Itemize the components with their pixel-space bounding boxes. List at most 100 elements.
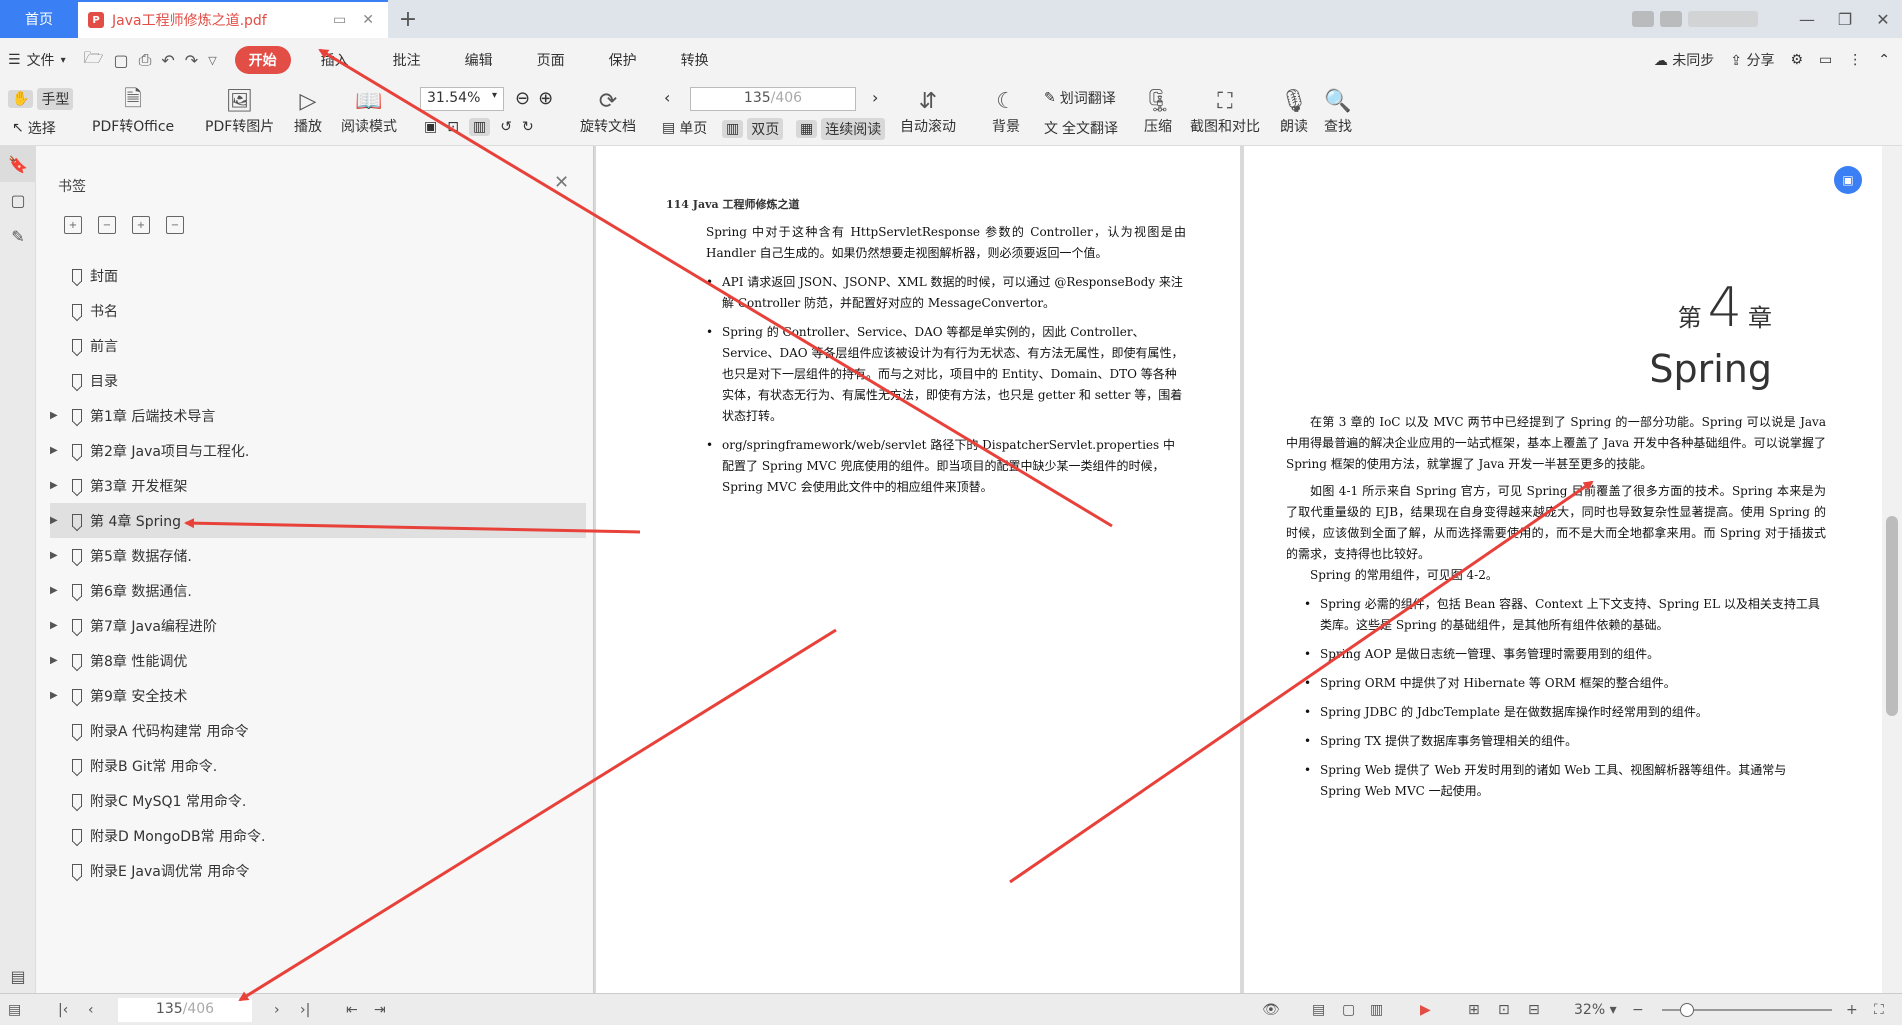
sync-status[interactable]: ☁ 未同步 [1654, 50, 1714, 70]
page-number-input[interactable]: 135/406 [690, 87, 856, 111]
back-icon[interactable]: ⇤ [346, 1002, 358, 1018]
redo-icon[interactable]: ↷ [185, 51, 198, 70]
read-mode-button[interactable]: 📖 阅读模式 [341, 86, 397, 136]
next-page-icon[interactable]: › [274, 1002, 280, 1018]
bookmark-item[interactable]: 书名 [50, 293, 586, 328]
document-viewport[interactable]: 114 Java 工程师修炼之道 Spring 中对于这种含有 HttpServ… [594, 146, 1882, 993]
last-page-icon[interactable]: ›| [300, 1002, 310, 1018]
bookmark-item[interactable]: ▶ 第1章 后端技术导言 [50, 398, 586, 433]
bookmark-item[interactable]: 附录D MongoDB常 用命令. [50, 818, 586, 853]
bookmark-item[interactable]: 附录B Git常 用命令. [50, 748, 586, 783]
toggle-panel-icon[interactable]: ▤ [0, 958, 36, 994]
bookmark-item[interactable]: ▶ 第 4章 Spring [50, 503, 586, 538]
first-page-icon[interactable]: |‹ [58, 1002, 68, 1018]
close-window-icon[interactable]: ✕ [1864, 0, 1902, 38]
zoom-in-icon[interactable]: + [1846, 1002, 1858, 1018]
auto-scroll-button[interactable]: ⇵ 自动滚动 [900, 86, 956, 136]
settings-icon[interactable]: ⚙ [1790, 52, 1803, 68]
undo-icon[interactable]: ↶ [161, 51, 174, 70]
zoom-dropdown[interactable]: 32% ▾ [1574, 1002, 1617, 1018]
share-button[interactable]: ⇪ 分享 [1730, 50, 1774, 70]
floating-tool-icon[interactable]: ▣ [1834, 166, 1862, 194]
delete-bookmark-icon[interactable]: − [166, 216, 184, 234]
new-tab-button[interactable]: + [388, 0, 428, 38]
continuous-read-button[interactable]: ▦ 连续阅读 [796, 118, 886, 140]
close-icon[interactable]: ✕ [554, 172, 569, 193]
thumbnail-panel-icon[interactable]: ▢ [0, 182, 36, 218]
prev-page-icon[interactable]: ‹ [88, 1002, 94, 1018]
expand-arrow-icon[interactable]: ▶ [50, 585, 62, 596]
eye-care-icon[interactable]: 👁 [1262, 1002, 1280, 1018]
bookmark-item[interactable]: ▶ 第8章 性能调优 [50, 643, 586, 678]
expand-all-icon[interactable]: + [64, 216, 82, 234]
scrollbar-thumb[interactable] [1886, 516, 1898, 716]
hand-tool-button[interactable]: ✋ 手型 [8, 88, 74, 110]
expand-arrow-icon[interactable]: ▶ [50, 480, 62, 491]
add-bookmark-icon[interactable]: + [132, 216, 150, 234]
word-translate-button[interactable]: ✎ 划词翻译 [1044, 88, 1116, 108]
expand-arrow-icon[interactable]: ▶ [50, 410, 62, 421]
status-page-input[interactable]: 135/406 [118, 998, 252, 1022]
fullscreen-icon[interactable]: ⛶ [1874, 1002, 1884, 1018]
more-dropdown-icon[interactable]: ▽ [208, 54, 216, 67]
save-icon[interactable]: ▢ [113, 51, 128, 70]
toggle-sidebar-icon[interactable]: ▤ [8, 1002, 21, 1018]
bookmark-panel-icon[interactable]: 🔖 [0, 146, 36, 182]
menu-page[interactable]: 页面 [523, 46, 579, 74]
fit-width-icon[interactable]: ⊡ [447, 119, 459, 135]
pdf-to-image-button[interactable]: 🖼 PDF转图片 [205, 86, 274, 136]
bookmark-item[interactable]: ▶ 第3章 开发框架 [50, 468, 586, 503]
bookmark-item[interactable]: 附录C MySQ1 常用命令. [50, 783, 586, 818]
print-icon[interactable]: ⎙ [139, 50, 152, 70]
menu-start[interactable]: 开始 [234, 46, 291, 74]
rotate-left-icon[interactable]: ↺ [500, 119, 512, 135]
open-folder-icon[interactable]: 🗁 [84, 47, 104, 74]
annotation-panel-icon[interactable]: ✎ [0, 218, 36, 254]
single-page-button[interactable]: ▤ 单页 [662, 118, 707, 138]
play-button[interactable]: ▷ 播放 [294, 86, 322, 136]
more-icon[interactable]: ⋮ [1848, 52, 1862, 68]
next-page-icon[interactable]: › [872, 88, 878, 107]
screenshot-compare-button[interactable]: ⛶ 截图和对比 [1190, 86, 1260, 136]
tab-document[interactable]: P Java工程师修炼之道.pdf ▭ ✕ [78, 0, 388, 38]
actual-size-icon[interactable]: ⊞ [1468, 1002, 1480, 1018]
bookmark-item[interactable]: ▶ 第9章 安全技术 [50, 678, 586, 713]
compress-button[interactable]: 🗜 压缩 [1144, 86, 1172, 136]
bookmark-item[interactable]: 前言 [50, 328, 586, 363]
file-menu[interactable]: ☰ 文件 ▾ [8, 50, 66, 70]
bookmark-item[interactable]: ▶ 第5章 数据存储. [50, 538, 586, 573]
account-area[interactable] [1632, 0, 1788, 38]
collapse-ribbon-icon[interactable]: ⌃ [1878, 52, 1890, 68]
comment-icon[interactable]: ▭ [1819, 52, 1832, 68]
tab-close-icon[interactable]: ✕ [358, 12, 378, 28]
fit-width-icon[interactable]: ⊟ [1528, 1002, 1540, 1018]
background-button[interactable]: ☾ 背景 [992, 86, 1020, 136]
double-page-button[interactable]: ▥ 双页 [722, 118, 784, 140]
rotate-right-icon[interactable]: ↻ [522, 119, 534, 135]
read-aloud-button[interactable]: 🎙 朗读 [1280, 86, 1308, 136]
fit-page-icon[interactable]: ▣ [424, 119, 437, 135]
vertical-scrollbar[interactable] [1882, 146, 1902, 993]
menu-edit[interactable]: 编辑 [451, 46, 507, 74]
find-button[interactable]: 🔍 查找 [1324, 86, 1352, 136]
select-tool-button[interactable]: ↖ 选择 [12, 118, 56, 138]
expand-arrow-icon[interactable]: ▶ [50, 620, 62, 631]
tab-home[interactable]: 首页 [0, 0, 78, 38]
minimize-icon[interactable]: — [1788, 0, 1826, 38]
expand-arrow-icon[interactable]: ▶ [50, 550, 62, 561]
zoom-in-icon[interactable]: ⊕ [538, 88, 553, 109]
restore-icon[interactable]: ❐ [1826, 0, 1864, 38]
bookmark-item[interactable]: ▶ 第7章 Java编程进阶 [50, 608, 586, 643]
prev-page-icon[interactable]: ‹ [664, 88, 670, 107]
menu-convert[interactable]: 转换 [667, 46, 723, 74]
fit-page-icon[interactable]: ⊡ [1498, 1002, 1510, 1018]
menu-insert[interactable]: 插入 [307, 46, 363, 74]
expand-arrow-icon[interactable]: ▶ [50, 690, 62, 701]
single-mode-icon[interactable]: ▢ [1342, 1002, 1355, 1018]
rotate-document-button[interactable]: ⟳ 旋转文档 [580, 86, 636, 136]
expand-arrow-icon[interactable]: ▶ [50, 655, 62, 666]
zoom-out-icon[interactable]: ⊖ [515, 88, 530, 109]
continuous-mode-icon[interactable]: ▤ [1312, 1002, 1325, 1018]
expand-arrow-icon[interactable]: ▶ [50, 445, 62, 456]
menu-annotate[interactable]: 批注 [379, 46, 435, 74]
